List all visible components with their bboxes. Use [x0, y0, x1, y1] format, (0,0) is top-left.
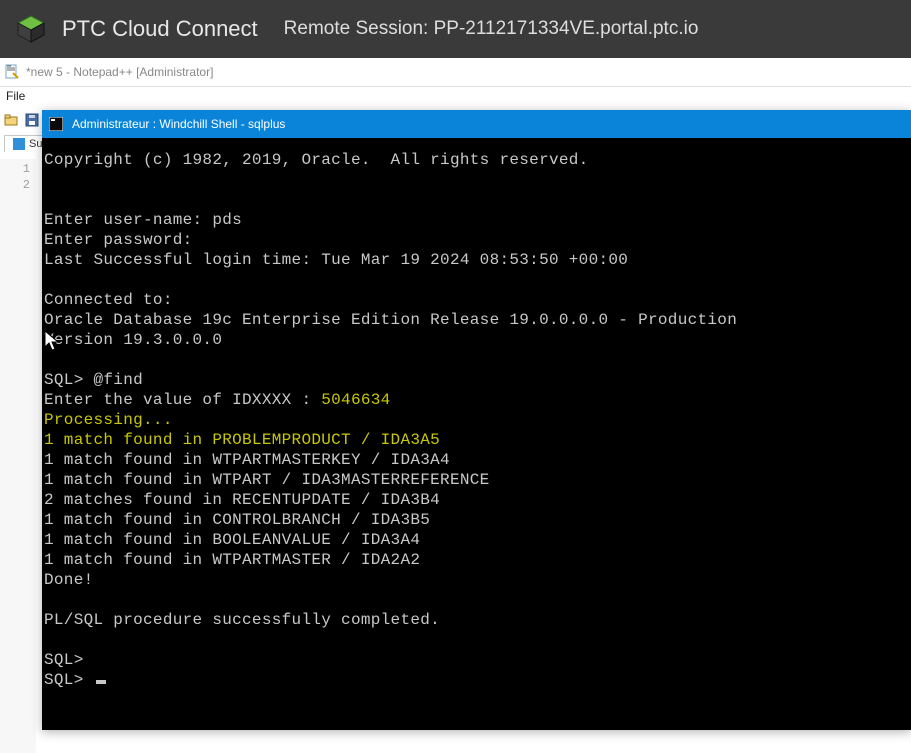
ptc-title: PTC Cloud Connect	[62, 16, 258, 42]
terminal-line: 1 match found in BOOLEANVALUE / IDA3A4	[44, 530, 905, 550]
terminal-line: Oracle Database 19c Enterprise Edition R…	[44, 310, 905, 330]
terminal-line: 1 match found in WTPART / IDA3MASTERREFE…	[44, 470, 905, 490]
terminal-line: 1 match found in PROBLEMPRODUCT / IDA3A5	[44, 430, 905, 450]
terminal-line: Done!	[44, 570, 905, 590]
remote-session-label: Remote Session: PP-2112171334VE.portal.p…	[284, 18, 699, 40]
tab-label: Su	[29, 138, 42, 150]
terminal-line: 1 match found in CONTROLBRANCH / IDA3B5	[44, 510, 905, 530]
terminal-line: Last Successful login time: Tue Mar 19 2…	[44, 250, 905, 270]
terminal-titlebar[interactable]: Administrateur : Windchill Shell - sqlpl…	[42, 110, 911, 138]
terminal-line: Version 19.3.0.0.0	[44, 330, 905, 350]
terminal-line: Connected to:	[44, 290, 905, 310]
terminal-line: Copyright (c) 1982, 2019, Oracle. All ri…	[44, 150, 905, 170]
terminal-line	[44, 270, 905, 290]
terminal-line: Enter password:	[44, 230, 905, 250]
terminal-line	[44, 590, 905, 610]
notepadpp-titlebar[interactable]: *new 5 - Notepad++ [Administrator]	[0, 58, 911, 87]
terminal-line: Enter the value of IDXXXX : 5046634	[44, 390, 905, 410]
terminal-line: SQL>	[44, 650, 905, 670]
terminal-title: Administrateur : Windchill Shell - sqlpl…	[72, 117, 285, 131]
terminal-line: SQL> @find	[44, 370, 905, 390]
menu-file[interactable]: File	[6, 89, 25, 103]
line-gutter: 1 2	[0, 159, 36, 753]
line-number: 1	[0, 161, 30, 177]
terminal-line: PL/SQL procedure successfully completed.	[44, 610, 905, 630]
terminal-line: 2 matches found in RECENTUPDATE / IDA3B4	[44, 490, 905, 510]
document-icon	[4, 64, 20, 80]
terminal-body[interactable]: Copyright (c) 1982, 2019, Oracle. All ri…	[42, 138, 911, 730]
terminal-line: Enter user-name: pds	[44, 210, 905, 230]
terminal-line	[44, 630, 905, 650]
terminal-line	[44, 190, 905, 210]
line-number: 2	[0, 177, 30, 193]
notepadpp-window-title: *new 5 - Notepad++ [Administrator]	[26, 65, 213, 79]
terminal-line	[44, 170, 905, 190]
notepadpp-menu[interactable]: File	[0, 87, 911, 109]
ptc-header: PTC Cloud Connect Remote Session: PP-211…	[0, 0, 911, 58]
terminal-line: 1 match found in WTPARTMASTERKEY / IDA3A…	[44, 450, 905, 470]
terminal-line: Processing...	[44, 410, 905, 430]
open-icon[interactable]	[4, 112, 20, 128]
save-icon[interactable]	[24, 112, 40, 128]
terminal-icon	[48, 116, 64, 132]
cursor	[96, 680, 106, 684]
terminal-line	[44, 350, 905, 370]
terminal-line: SQL>	[44, 670, 905, 690]
terminal-line: 1 match found in WTPARTMASTER / IDA2A2	[44, 550, 905, 570]
terminal-window[interactable]: Administrateur : Windchill Shell - sqlpl…	[42, 110, 911, 730]
tab-file-icon	[13, 138, 25, 150]
ptc-logo-icon	[14, 12, 48, 46]
